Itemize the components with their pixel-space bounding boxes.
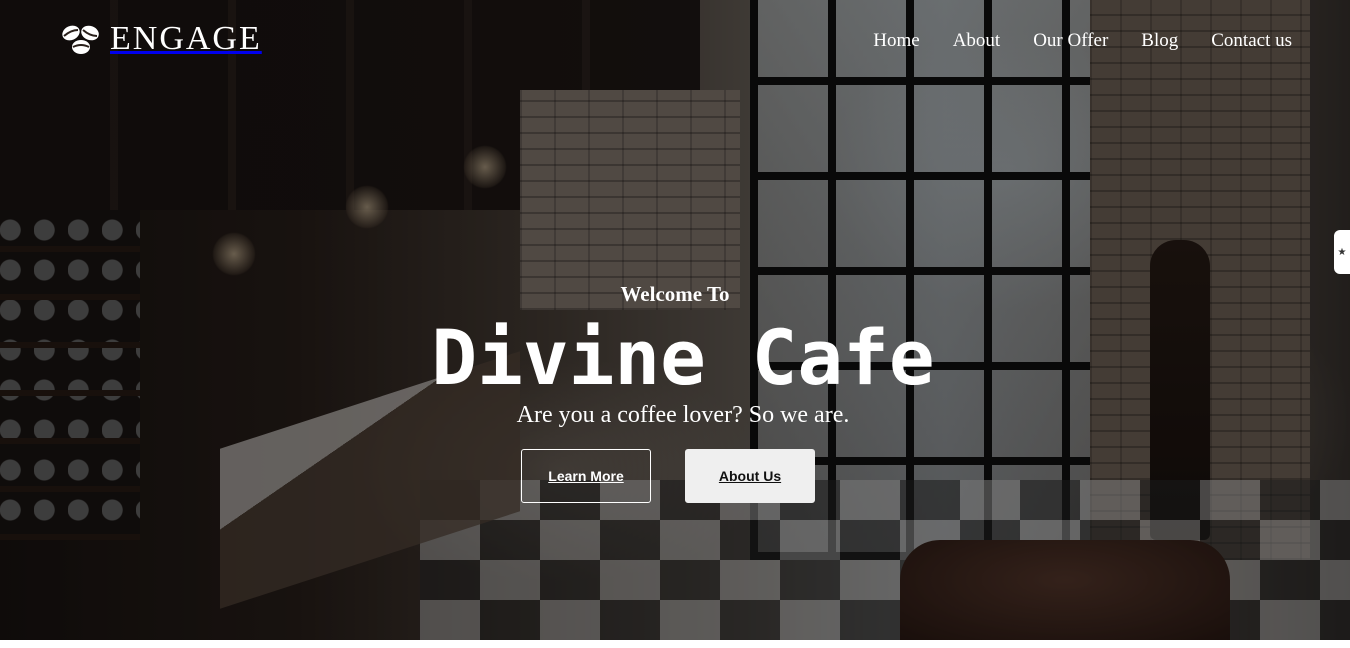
about-us-button[interactable]: About Us	[685, 449, 815, 503]
star-icon: ★	[1337, 246, 1347, 258]
site-logo[interactable]: ENGAGE	[60, 22, 262, 56]
brand-name: ENGAGE	[110, 20, 262, 57]
hero-subtitle: Are you a coffee lover? So we are.	[516, 402, 850, 428]
nav-contact-us[interactable]: Contact us	[1211, 30, 1292, 52]
nav-blog[interactable]: Blog	[1141, 30, 1178, 52]
nav-about[interactable]: About	[953, 30, 1001, 52]
learn-more-button[interactable]: Learn More	[521, 449, 651, 503]
side-widget-tab[interactable]: ★	[1334, 230, 1350, 274]
nav-home[interactable]: Home	[873, 30, 919, 52]
hero-title: Divine Cafe	[431, 313, 935, 402]
hero-kicker: Welcome To	[620, 282, 730, 306]
coffee-beans-icon	[62, 25, 99, 54]
nav-our-offer[interactable]: Our Offer	[1033, 30, 1108, 52]
main-navigation: Home About Our Offer Blog Contact us	[873, 30, 1292, 52]
